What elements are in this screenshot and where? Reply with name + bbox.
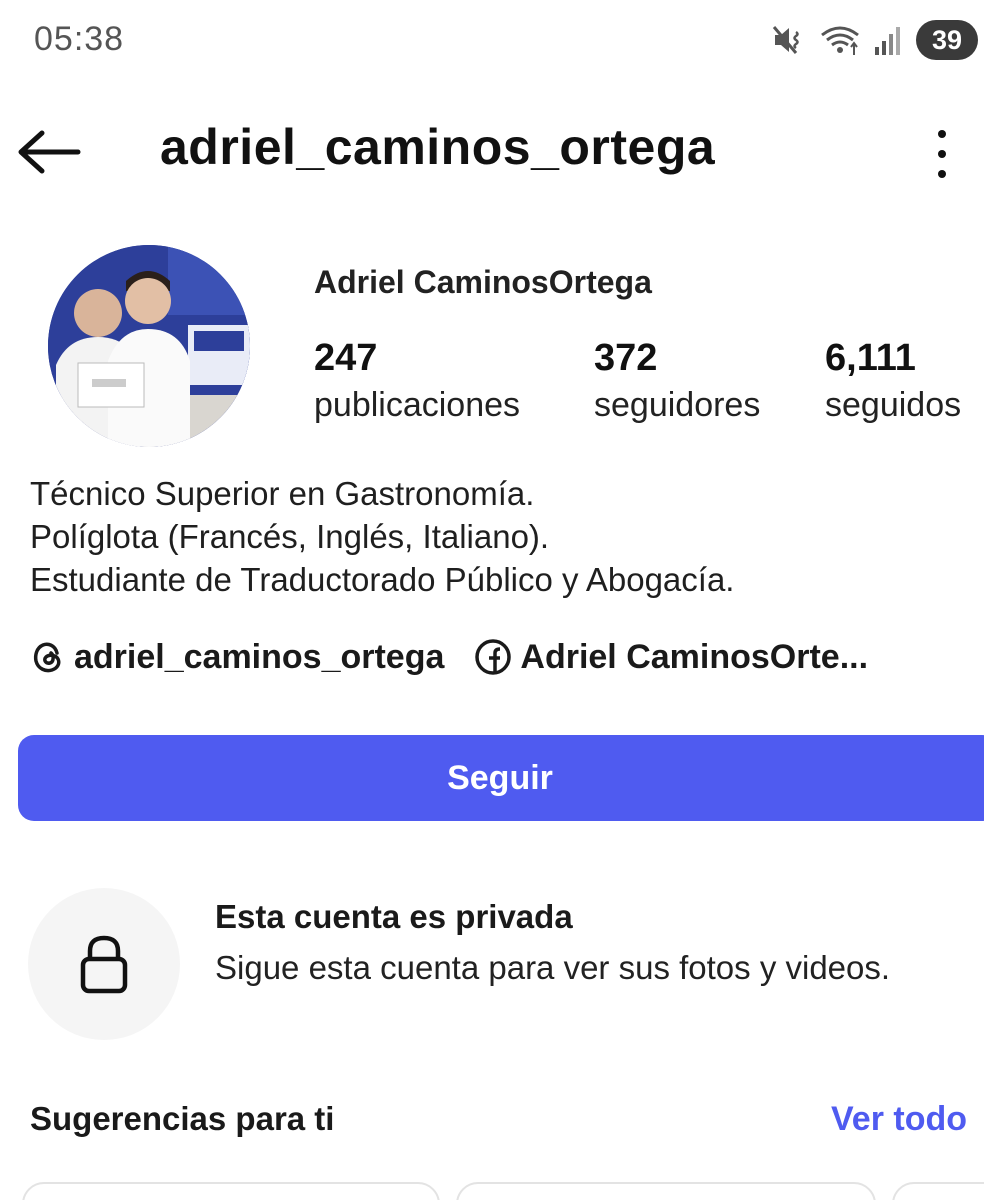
suggestion-card[interactable] <box>892 1182 984 1200</box>
bio-line: Políglota (Francés, Inglés, Italiano). <box>30 518 550 555</box>
stat-label: seguidores <box>594 386 761 424</box>
battery-icon: 39 <box>916 20 978 60</box>
stat-following[interactable]: 6,111 seguidos <box>825 336 961 430</box>
stat-label: publicaciones <box>314 386 521 424</box>
bio-line: Técnico Superior en Gastronomía. <box>30 475 535 512</box>
more-vertical-icon <box>938 130 946 138</box>
more-options-button[interactable] <box>922 126 962 182</box>
stat-value: 247 <box>314 337 378 379</box>
back-button[interactable] <box>16 126 86 178</box>
display-name: Adriel CaminosOrtega <box>314 264 652 300</box>
threads-icon <box>33 642 61 673</box>
muted-vibrate-icon <box>772 23 806 57</box>
signal-icon <box>874 23 902 57</box>
stat-value: 372 <box>594 337 658 379</box>
profile-photo <box>48 245 250 447</box>
suggestion-card[interactable] <box>456 1182 876 1200</box>
threads-link[interactable]: adriel_caminos_ortega <box>30 638 444 677</box>
lock-icon <box>80 935 128 994</box>
threads-link-text: adriel_caminos_ortega <box>74 637 445 676</box>
bio: Técnico Superior en Gastronomía. Políglo… <box>30 472 734 601</box>
avatar[interactable] <box>48 245 250 447</box>
facebook-link[interactable]: Adriel CaminosOrte... <box>474 638 868 677</box>
stat-followers[interactable]: 372 seguidores <box>594 336 760 430</box>
lock-circle <box>28 888 180 1040</box>
status-icons: 39 <box>772 18 978 62</box>
suggestion-card[interactable] <box>22 1182 440 1200</box>
profile-links: adriel_caminos_ortega Adriel CaminosOrte… <box>30 632 868 682</box>
stat-label: seguidos <box>825 386 962 424</box>
back-arrow-icon <box>18 130 81 174</box>
bio-line: Estudiante de Traductorado Público y Abo… <box>30 561 735 598</box>
status-bar: 05:38 39 <box>0 0 984 82</box>
wifi-icon <box>820 23 860 57</box>
profile-header: adriel_caminos_ortega <box>0 100 984 204</box>
status-time: 05:38 <box>34 20 125 58</box>
private-account-text: Sigue esta cuenta para ver sus fotos y v… <box>215 949 891 986</box>
profile-screen: 05:38 39 adriel_caminos_ortega Adriel Ca… <box>0 0 984 1200</box>
stat-value: 6,111 <box>825 337 916 379</box>
private-account-title: Esta cuenta es privada <box>215 898 573 935</box>
page-title: adriel_caminos_ortega <box>160 119 716 175</box>
follow-button[interactable]: Seguir <box>18 735 984 821</box>
stat-posts: 247 publicaciones <box>314 336 520 430</box>
suggestions-title: Sugerencias para ti <box>30 1100 335 1137</box>
see-all-link[interactable]: Ver todo <box>831 1100 967 1139</box>
facebook-link-text: Adriel CaminosOrte... <box>520 637 869 676</box>
facebook-icon <box>475 639 512 675</box>
